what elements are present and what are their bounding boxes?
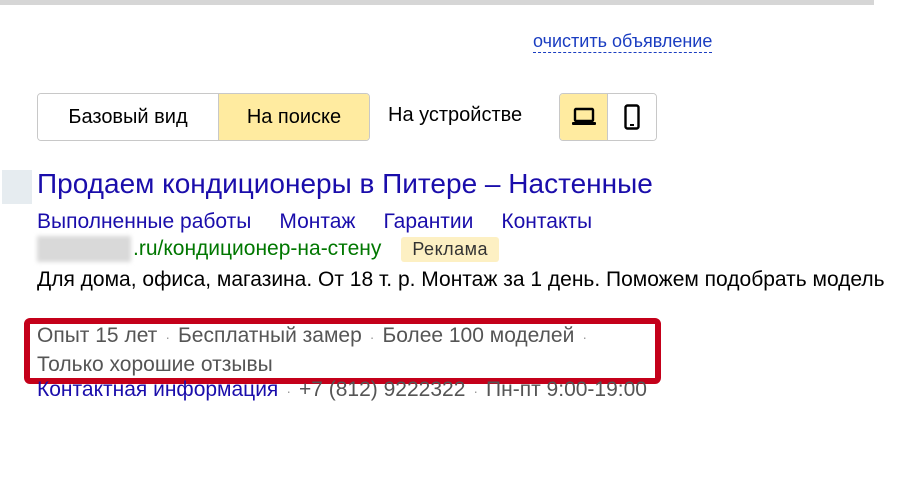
sitelink[interactable]: Гарантии (383, 210, 473, 234)
sitelinks: Выполненные работы Монтаж Гарантии Конта… (37, 210, 592, 234)
ad-title-link[interactable]: Продаем кондиционеры в Питере – Настенны… (37, 168, 653, 200)
ad-description: Для дома, офиса, магазина. От 18 т. р. М… (37, 268, 885, 291)
display-url[interactable]: .ru/кондиционер-на-стену (133, 237, 381, 261)
display-url-row: .ru/кондиционер-на-стену Реклама (37, 236, 500, 262)
blurred-domain (37, 236, 131, 262)
site-favicon (2, 170, 32, 204)
desktop-icon (571, 107, 596, 125)
callouts-highlight-box (24, 318, 661, 384)
separator: · (286, 383, 291, 399)
ad-badge: Реклама (401, 236, 500, 262)
sitelink[interactable]: Монтаж (279, 210, 355, 234)
view-mode-toggle: Базовый вид На поиске (37, 93, 370, 141)
sitelink[interactable]: Контакты (501, 210, 592, 234)
clear-ad-link[interactable]: очистить объявление (533, 30, 713, 53)
view-basic-button[interactable]: Базовый вид (38, 94, 219, 140)
mobile-icon (624, 104, 640, 130)
phone-number: +7 (812) 9222322 (298, 378, 466, 401)
desktop-button[interactable] (560, 94, 608, 140)
view-search-button[interactable]: На поиске (219, 94, 369, 140)
contact-info-link[interactable]: Контактная информация (37, 378, 278, 401)
top-border (0, 0, 874, 5)
contact-row: Контактная информация · +7 (812) 9222322 · П… (37, 376, 647, 405)
mobile-button[interactable] (608, 94, 656, 140)
sitelink[interactable]: Выполненные работы (37, 210, 251, 234)
separator: · (473, 383, 479, 399)
working-hours: Пн-пт 9:00-19:00 (486, 378, 647, 401)
device-toggle (559, 93, 657, 141)
device-label: На устройстве (388, 104, 523, 126)
